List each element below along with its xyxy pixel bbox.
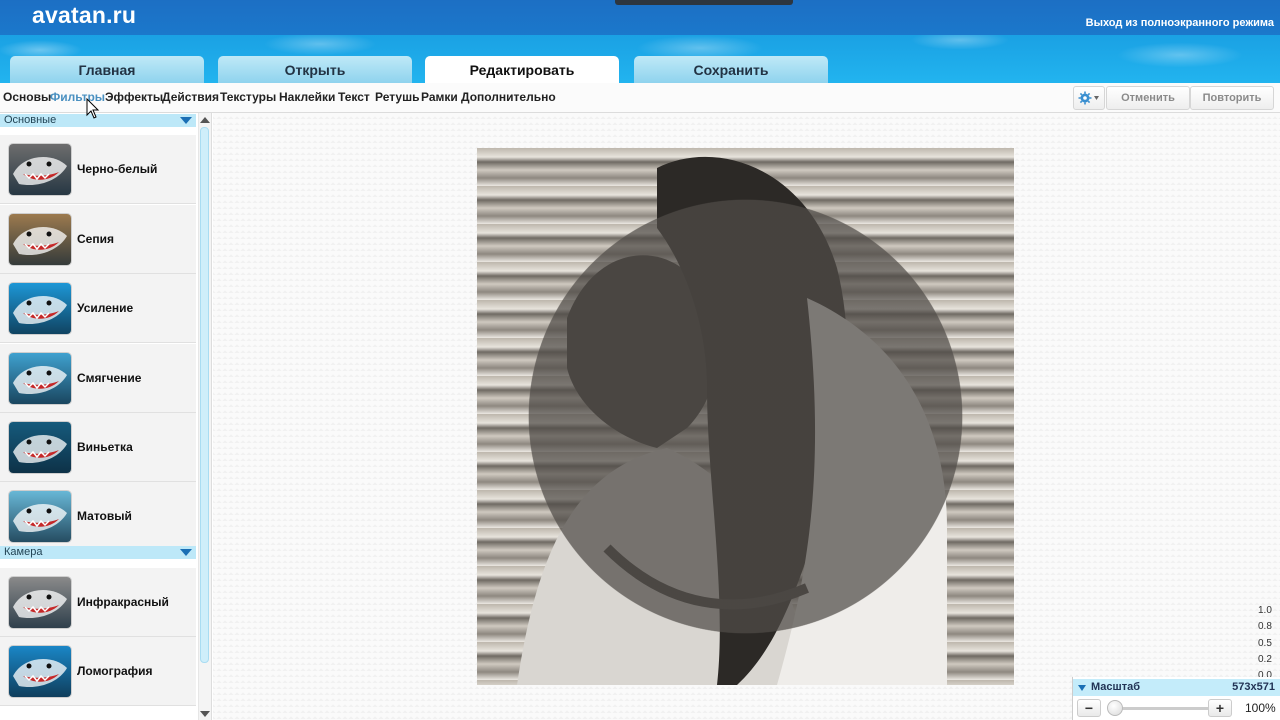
chevron-down-icon[interactable]: [180, 549, 192, 556]
filter-item[interactable]: Смягчение: [0, 344, 196, 413]
subtab-effects[interactable]: Эффекты: [105, 90, 163, 104]
zoom-in-button[interactable]: +: [1208, 699, 1232, 717]
filter-item[interactable]: Сепия: [0, 205, 196, 274]
zoom-out-button[interactable]: −: [1077, 699, 1101, 717]
subtab-retouch[interactable]: Ретушь: [375, 90, 419, 104]
zoom-slider-knob[interactable]: [1107, 700, 1123, 716]
sidebar-section-header[interactable]: Камера: [0, 546, 196, 559]
subtab-basics[interactable]: Основы: [3, 90, 51, 104]
shark-thumbnail-icon: [9, 283, 71, 334]
filter-item[interactable]: Усиление: [0, 274, 196, 343]
filter-item[interactable]: Матовый: [0, 482, 196, 551]
zoom-header[interactable]: Масштаб 573x571: [1073, 679, 1280, 696]
tab-label: Главная: [78, 61, 136, 78]
shark-thumbnail-icon: [9, 144, 71, 195]
mouse-cursor-icon: [86, 98, 100, 119]
tab-home[interactable]: Главная: [10, 56, 204, 83]
subtab-textures[interactable]: Текстуры: [220, 90, 276, 104]
scroll-up-arrow-icon[interactable]: [200, 117, 210, 123]
gear-icon: [1078, 91, 1099, 105]
subtab-stickers[interactable]: Наклейки: [279, 90, 335, 104]
filter-label: Ломография: [77, 664, 153, 678]
filter-label: Черно-белый: [77, 162, 158, 176]
tab-open[interactable]: Открыть: [218, 56, 412, 83]
image-size: 573x571: [1232, 681, 1275, 693]
tab-label: Сохранить: [693, 61, 769, 78]
sidebar-scrollbar-thumb[interactable]: [200, 127, 209, 663]
filter-item[interactable]: Виньетка: [0, 413, 196, 482]
shark-thumbnail-icon: [9, 422, 71, 473]
tab-label: Редактировать: [469, 61, 575, 78]
section-title: Камера: [4, 546, 43, 558]
undo-button[interactable]: Отменить: [1106, 86, 1190, 110]
filter-label: Инфракрасный: [77, 595, 169, 609]
shark-thumbnail-icon: [9, 214, 71, 265]
collapse-arrow-icon[interactable]: [1077, 683, 1087, 693]
edited-photo[interactable]: [477, 148, 1014, 685]
ruler-label: 1.0: [1258, 605, 1272, 616]
subtab-additional[interactable]: Дополнительно: [461, 90, 556, 104]
filter-label: Усиление: [77, 301, 134, 315]
scroll-down-arrow-icon[interactable]: [200, 711, 210, 717]
zoom-panel: Масштаб 573x571 − + 100%: [1072, 677, 1280, 720]
filters-sidebar: Основные Черно-белый Сепия Усиление Смягчени…: [0, 113, 212, 720]
subtab-text[interactable]: Текст: [338, 90, 370, 104]
shark-thumbnail-icon: [9, 353, 71, 404]
zoom-percent: 100%: [1245, 701, 1276, 715]
filter-item[interactable]: Инфракрасный: [0, 568, 196, 637]
filter-item[interactable]: Черно-белый: [0, 135, 196, 204]
section-title: Основные: [4, 114, 57, 126]
redo-button[interactable]: Повторить: [1190, 86, 1274, 110]
subtab-frames[interactable]: Рамки: [421, 90, 458, 104]
subtab-actions[interactable]: Действия: [162, 90, 219, 104]
filter-item[interactable]: Ломография: [0, 637, 196, 706]
zoom-slider-track[interactable]: [1115, 707, 1209, 710]
tab-label: Открыть: [284, 61, 346, 78]
ruler-label: 0.8: [1258, 621, 1272, 632]
shark-thumbnail-icon: [9, 646, 71, 697]
ruler-label: 0.2: [1258, 654, 1272, 665]
app-header: avatan.ru Выход из полноэкранного режима…: [0, 0, 1280, 83]
zoom-title: Масштаб: [1091, 681, 1141, 693]
filter-label: Виньетка: [77, 440, 133, 454]
exit-fullscreen-link[interactable]: Выход из полноэкранного режима: [1086, 17, 1274, 29]
filter-label: Смягчение: [77, 371, 142, 385]
filter-label: Сепия: [77, 232, 114, 246]
logo[interactable]: avatan.ru: [32, 2, 136, 29]
tab-edit[interactable]: Редактировать: [425, 56, 619, 83]
shark-thumbnail-icon: [9, 577, 71, 628]
settings-button[interactable]: [1073, 86, 1105, 110]
histogram-ruler: 1.0 0.8 0.5 0.2 0.0: [1256, 603, 1280, 681]
shark-thumbnail-icon: [9, 491, 71, 542]
tab-save[interactable]: Сохранить: [634, 56, 828, 83]
ruler-label: 0.5: [1258, 638, 1272, 649]
filter-label: Матовый: [77, 509, 132, 523]
chevron-down-icon[interactable]: [180, 117, 192, 124]
vignette-circle: [477, 148, 1014, 685]
fullscreen-handle: [615, 0, 793, 5]
